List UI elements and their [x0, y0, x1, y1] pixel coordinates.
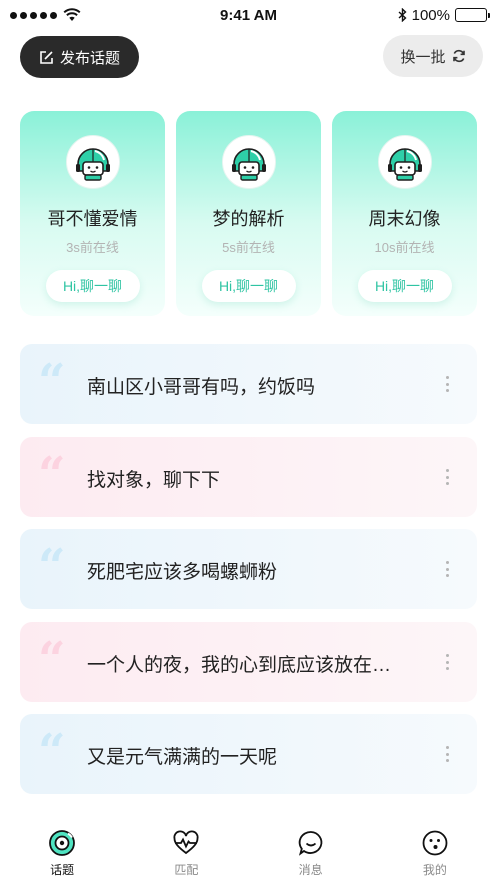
topic-text: 死肥宅应该多喝螺蛳粉 [87, 562, 278, 583]
publish-topic-button[interactable]: 发布话题 [20, 36, 139, 78]
topic-text: 一个人的夜，我的心到底应该放在… [87, 655, 392, 676]
status-bar-left [10, 8, 150, 22]
tab-topic[interactable]: 话题 [0, 825, 124, 883]
refresh-button[interactable]: 换一批 [383, 35, 483, 77]
refresh-icon [452, 49, 465, 63]
topic-item[interactable]: “ 又是元气满满的一天呢 [20, 714, 477, 794]
user-card[interactable]: 梦的解析 5s前在线 Hi,聊一聊 [176, 111, 321, 316]
topic-text: 南山区小哥哥有吗，约饭吗 [87, 377, 316, 398]
more-icon[interactable] [439, 467, 455, 487]
refresh-label: 换一批 [400, 48, 446, 66]
user-name: 周末幻像 [368, 209, 441, 229]
user-card-list: 哥不懂爱情 3s前在线 Hi,聊一聊 梦的解析 5s前在线 Hi,聊一聊 周末幻… [20, 111, 477, 316]
avatar [65, 135, 120, 189]
more-icon[interactable] [439, 744, 455, 764]
status-bar-right: 100% [347, 6, 490, 24]
robot-avatar-icon [387, 148, 422, 181]
avatar [377, 135, 432, 189]
user-card[interactable]: 哥不懂爱情 3s前在线 Hi,聊一聊 [20, 111, 165, 316]
tab-label: 我的 [422, 863, 447, 877]
tab-label: 消息 [298, 863, 323, 877]
more-icon[interactable] [439, 559, 455, 579]
more-icon[interactable] [439, 652, 455, 672]
tab-profile[interactable]: 我的 [373, 825, 497, 883]
bluetooth-icon [398, 8, 407, 22]
topic-text: 又是元气满满的一天呢 [87, 747, 278, 768]
status-bar: 9:41 AM 100% [0, 0, 497, 30]
publish-topic-label: 发布话题 [59, 49, 120, 67]
topic-item[interactable]: “ 找对象，聊下下 [20, 437, 477, 517]
quote-icon: “ [38, 632, 66, 688]
topic-icon [48, 829, 76, 857]
message-icon [297, 829, 325, 857]
online-status: 3s前在线 [66, 240, 119, 255]
tab-match[interactable]: 匹配 [124, 825, 248, 883]
battery-icon [455, 8, 490, 22]
edit-icon [40, 50, 53, 64]
robot-avatar-icon [231, 148, 266, 181]
robot-avatar-icon [75, 148, 110, 181]
quote-icon: “ [38, 724, 66, 780]
topic-item[interactable]: “ 一个人的夜，我的心到底应该放在… [20, 622, 477, 702]
tab-label: 话题 [50, 863, 75, 877]
avatar [221, 135, 276, 189]
tab-messages[interactable]: 消息 [249, 825, 373, 883]
signal-icon [10, 11, 57, 19]
user-name: 梦的解析 [212, 209, 285, 229]
chat-button[interactable]: Hi,聊一聊 [201, 270, 296, 302]
profile-icon [421, 829, 449, 857]
online-status: 10s前在线 [374, 240, 435, 255]
match-icon [172, 829, 200, 857]
tab-label: 匹配 [174, 863, 199, 877]
user-name: 哥不懂爱情 [47, 209, 138, 229]
tab-bar: 话题 匹配 消息 我的 [0, 825, 497, 883]
wifi-icon [63, 8, 81, 21]
quote-icon: “ [38, 354, 66, 410]
user-card[interactable]: 周末幻像 10s前在线 Hi,聊一聊 [332, 111, 477, 316]
battery-percent: 100% [411, 6, 450, 24]
quote-icon: “ [38, 447, 66, 503]
quote-icon: “ [38, 539, 66, 595]
topic-item[interactable]: “ 死肥宅应该多喝螺蛳粉 [20, 529, 477, 609]
chat-button[interactable]: Hi,聊一聊 [357, 270, 452, 302]
topic-item[interactable]: “ 南山区小哥哥有吗，约饭吗 [20, 344, 477, 424]
status-time: 9:41 AM [220, 6, 277, 24]
chat-button[interactable]: Hi,聊一聊 [45, 270, 140, 302]
more-icon[interactable] [439, 374, 455, 394]
online-status: 5s前在线 [222, 240, 275, 255]
topic-text: 找对象，聊下下 [87, 470, 221, 491]
